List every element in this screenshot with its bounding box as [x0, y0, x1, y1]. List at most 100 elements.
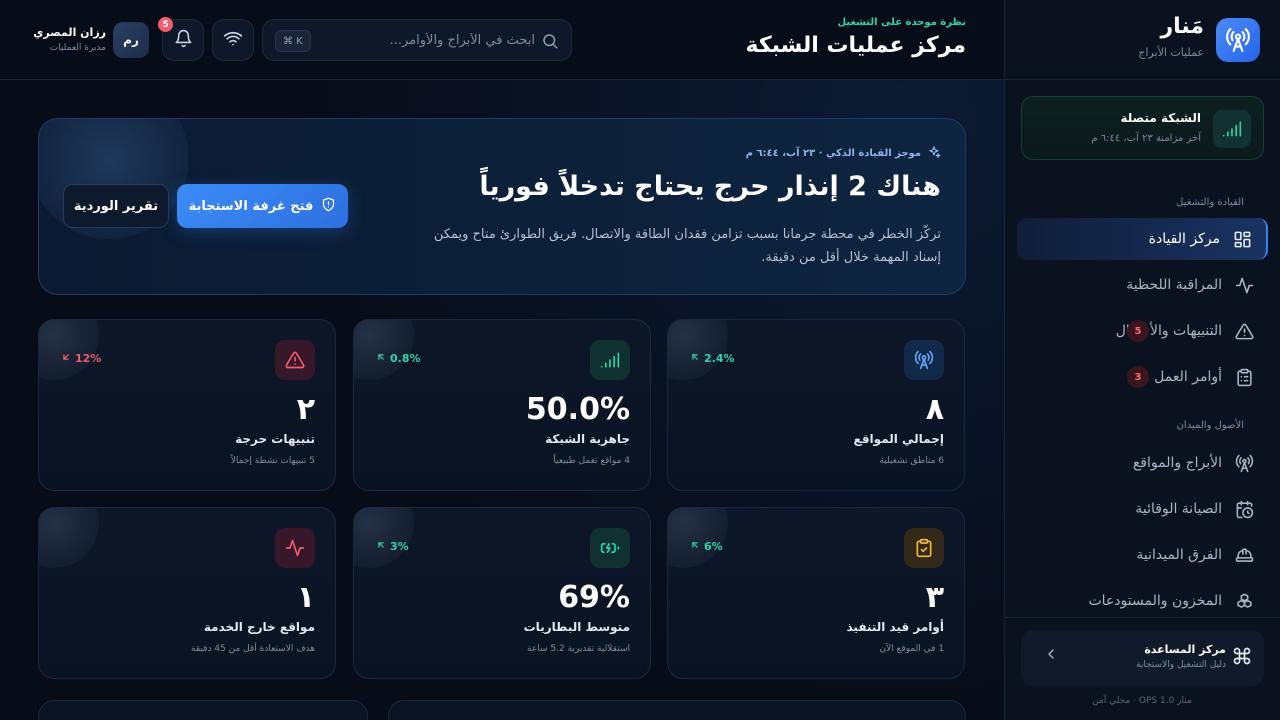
decorative-glow [668, 320, 728, 380]
stat-card-battery-average[interactable]: 3% 69% متوسط البطاريات استقلالية تقديرية… [353, 507, 651, 679]
search-shortcut-badge: ⌘ K [275, 30, 311, 52]
stat-trend: 0.8% [376, 352, 421, 365]
stat-card-network-readiness[interactable]: 0.8% 50.0% جاهزية الشبكة 4 مواقع تعمل طب… [353, 319, 651, 491]
shift-report-button[interactable]: تقرير الوردية [63, 184, 169, 228]
brief-title: هناك 2 إنذار حرج يحتاج تدخلاً فورياً [479, 171, 941, 202]
decorative-glow [354, 508, 414, 568]
search-input[interactable] [315, 20, 535, 60]
stat-value: 69% [558, 580, 630, 615]
network-status-subtitle: آخر مزامنة ٢٣ آب، ٦:٤٤ م [1091, 133, 1201, 144]
alerts-count-badge: 5 [1127, 320, 1149, 342]
sidebar-item-preventive-maintenance[interactable]: الصيانة الوقائية [1017, 488, 1268, 530]
section-label-assets: الأصول والميدان [1176, 420, 1244, 431]
signal-icon [590, 340, 630, 380]
chevron-left-icon[interactable] [1035, 646, 1059, 670]
stat-card-sites-down[interactable]: ١ مواقع خارج الخدمة هدف الاستعادة أقل من… [38, 507, 336, 679]
calendar-clock-icon [1234, 499, 1254, 519]
sidebar-item-label: المخزون والمستودعات [1088, 593, 1223, 609]
sidebar: مَنار عمليات الأبراج الشبكة متصلة آخر مز… [1004, 0, 1280, 720]
sidebar-item-alerts[interactable]: التنبيهات والأعطال 5 [1017, 310, 1268, 352]
sidebar-item-label: الصيانة الوقائية [1135, 501, 1222, 517]
sidebar-item-towers[interactable]: الأبراج والمواقع [1017, 442, 1268, 484]
stat-card-total-sites[interactable]: 2.4% ٨ إجمالي المواقع 6 مناطق تشغيلية [667, 319, 965, 491]
brand-subtitle: عمليات الأبراج [1138, 46, 1204, 59]
signal-icon [1213, 110, 1251, 148]
work-orders-count-badge: 3 [1127, 366, 1149, 388]
stat-value: ٢ [296, 392, 315, 427]
help-center-subtitle: دليل التشغيل والاستجابة [1136, 660, 1226, 670]
sidebar-item-live-monitoring[interactable]: المراقبة اللحظية [1017, 264, 1268, 306]
stat-subtext: 5 تنبيهات نشطة إجمالاً [230, 456, 315, 466]
search-icon [541, 32, 559, 50]
arrow-up-left-icon [690, 540, 700, 553]
sidebar-item-command-center[interactable]: مركز القيادة [1017, 218, 1268, 260]
open-response-room-button[interactable]: فتح غرفة الاستجابة [177, 184, 348, 228]
sidebar-footer: مركز المساعدة دليل التشغيل والاستجابة من… [1004, 617, 1280, 720]
decorative-glow [39, 508, 99, 568]
shield-icon [321, 197, 336, 216]
stat-trend: 2.4% [690, 352, 735, 365]
brief-kicker-text: موجز القيادة الذكي · ٢٣ آب، ٦:٤٤ م [745, 148, 921, 159]
top-header: نظرة موحدة على التشغيل مركز عمليات الشبك… [0, 0, 1004, 80]
stat-trend-value: 0.8% [390, 352, 421, 365]
sidebar-item-inventory[interactable]: المخزون والمستودعات [1017, 580, 1268, 622]
user-role: مديرة العمليات [49, 43, 106, 53]
battery-charging-icon [590, 528, 630, 568]
stat-value: ٣ [925, 580, 944, 615]
stat-label: متوسط البطاريات [523, 620, 630, 634]
clipboard-icon [1234, 367, 1254, 387]
open-response-room-label: فتح غرفة الاستجابة [188, 198, 314, 214]
stat-card-critical-alerts[interactable]: 12% ٢ تنبيهات حرجة 5 تنبيهات نشطة إجمالا… [38, 319, 336, 491]
notifications-button[interactable]: 5 [158, 17, 204, 61]
help-center-card[interactable]: مركز المساعدة دليل التشغيل والاستجابة [1021, 630, 1264, 686]
sidebar-item-work-orders[interactable]: أوامر العمل 3 [1017, 356, 1268, 398]
page-title: مركز عمليات الشبكة [745, 33, 966, 58]
sidebar-item-label: المراقبة اللحظية [1126, 277, 1222, 293]
main-content: موجز القيادة الذكي · ٢٣ آب، ٦:٤٤ م هناك … [0, 80, 1004, 720]
stat-value: ١ [296, 580, 315, 615]
decorative-glow [668, 508, 728, 568]
app-root: مَنار عمليات الأبراج الشبكة متصلة آخر مز… [0, 0, 1280, 720]
dashboard-icon [1232, 229, 1252, 249]
sidebar-item-label: أوامر العمل [1154, 369, 1222, 385]
stat-value: ٨ [925, 392, 944, 427]
command-icon [1228, 646, 1252, 670]
arrow-up-left-icon [376, 540, 386, 553]
stat-trend: 12% [61, 352, 101, 365]
network-status-card: الشبكة متصلة آخر مزامنة ٢٣ آب، ٦:٤٤ م [1021, 96, 1264, 160]
sidebar-item-label: الفرق الميدانية [1136, 547, 1222, 563]
avatar[interactable]: رم [113, 22, 149, 58]
version-label: منار OPS 1.0 · محلي آمن [1092, 696, 1192, 706]
panel-small [38, 700, 368, 720]
hardhat-icon [1234, 545, 1254, 565]
warning-icon [1234, 321, 1254, 341]
sidebar-item-field-teams[interactable]: الفرق الميدانية [1017, 534, 1268, 576]
notification-count-badge: 5 [158, 17, 173, 32]
sidebar-item-label: مركز القيادة [1148, 231, 1220, 247]
search-box[interactable]: ⌘ K [262, 19, 572, 61]
brand: مَنار عمليات الأبراج [1004, 0, 1280, 80]
stat-subtext: 6 مناطق تشغيلية [879, 456, 944, 466]
pulse-icon [275, 528, 315, 568]
wifi-button[interactable] [212, 19, 254, 61]
stat-label: مواقع خارج الخدمة [203, 620, 315, 634]
tower-icon[interactable] [1216, 18, 1260, 62]
stat-trend-value: 6% [704, 540, 723, 553]
stat-label: تنبيهات حرجة [235, 432, 315, 446]
sidebar-item-label: الأبراج والمواقع [1132, 455, 1222, 471]
brief-kicker: موجز القيادة الذكي · ٢٣ آب، ٦:٤٤ م [746, 145, 941, 162]
stat-card-orders-in-progress[interactable]: 6% ٣ أوامر قيد التنفيذ 1 في الموقع الآن [667, 507, 965, 679]
decorative-glow [354, 320, 414, 380]
activity-icon [1234, 275, 1254, 295]
stat-subtext: 4 مواقع تعمل طبيعياً [553, 456, 630, 466]
arrow-down-left-icon [61, 352, 71, 365]
stat-subtext: استقلالية تقديرية 5.2 ساعة [527, 644, 630, 654]
user-name: رزان المصري [33, 26, 106, 39]
wifi-icon [223, 28, 243, 52]
stat-trend-value: 2.4% [704, 352, 735, 365]
help-center-title: مركز المساعدة [1144, 643, 1226, 656]
clipboard-check-icon [904, 528, 944, 568]
panel-large [388, 700, 966, 720]
brief-description: تركّز الخطر في محطة جرمانا بسبب تزامن فق… [433, 227, 941, 265]
stat-label: إجمالي المواقع [853, 432, 945, 446]
